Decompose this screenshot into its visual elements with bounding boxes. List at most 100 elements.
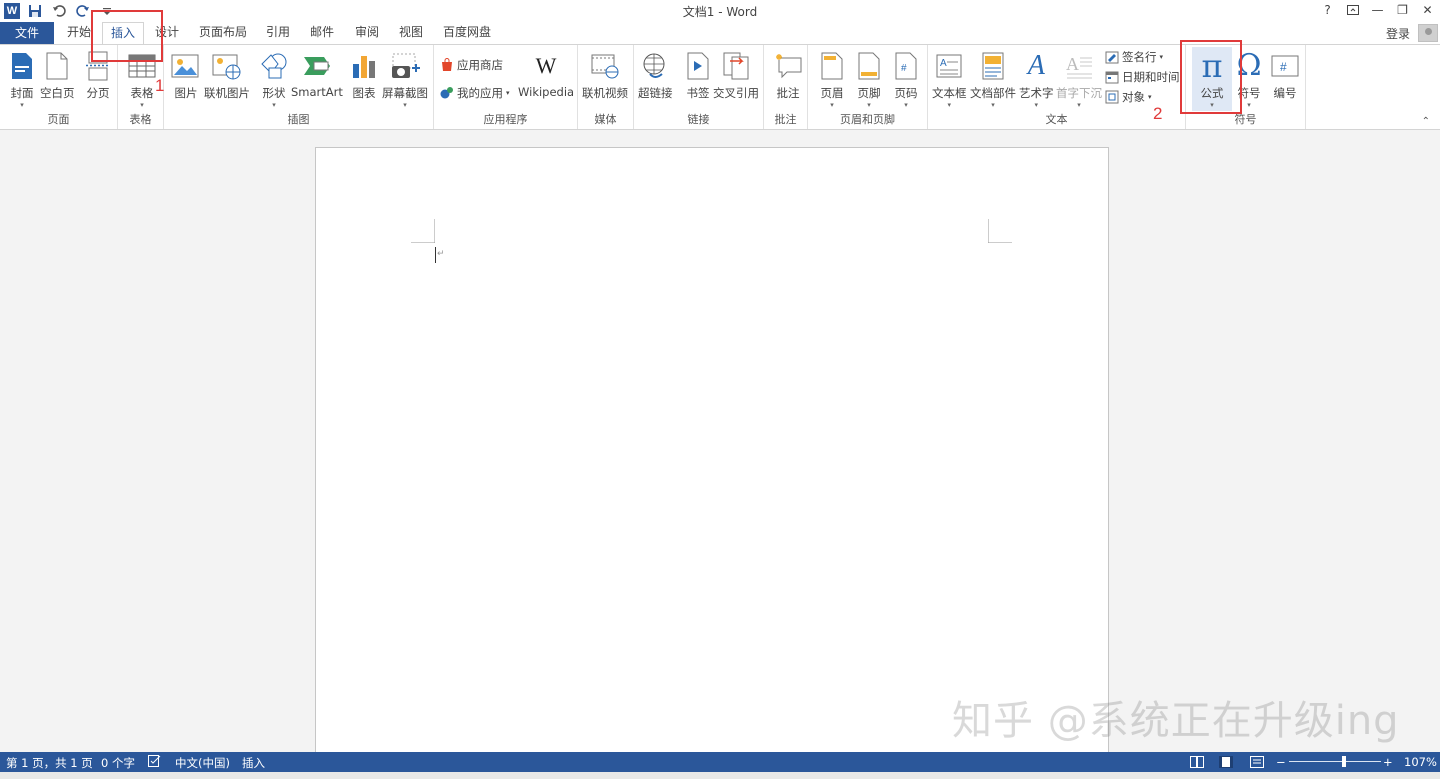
online-picture-label: 联机图片: [204, 86, 250, 100]
datetime-button[interactable]: 日期和时间: [1105, 69, 1180, 85]
tab-mailings[interactable]: 邮件: [302, 22, 342, 44]
step-1-label: 1: [155, 76, 165, 95]
smartart-icon: [301, 49, 333, 83]
signature-line-button[interactable]: 签名行 ▾: [1105, 49, 1163, 65]
cross-reference-button[interactable]: 交叉引用: [713, 49, 759, 101]
group-label: 应用程序: [483, 113, 528, 126]
smartart-label: SmartArt: [291, 85, 343, 99]
tab-layout[interactable]: 页面布局: [194, 22, 252, 44]
store-button[interactable]: 应用商店: [440, 57, 503, 73]
ribbon-display-icon[interactable]: [1340, 0, 1365, 20]
proofing-icon[interactable]: [148, 755, 162, 770]
hyperlink-button[interactable]: 超链接: [638, 49, 673, 101]
footer-button[interactable]: 页脚 ▾: [853, 49, 885, 109]
store-label: 应用商店: [457, 58, 503, 72]
tab-baidu-netdisk[interactable]: 百度网盘: [436, 22, 498, 44]
chevron-down-icon: ▾: [1148, 93, 1152, 101]
insert-mode-status[interactable]: 插入: [242, 755, 265, 771]
textbox-button[interactable]: A 文本框 ▾: [932, 49, 967, 109]
window-title: 文档1 - Word: [682, 5, 758, 19]
sign-in-link[interactable]: 登录: [1386, 25, 1410, 42]
close-button[interactable]: ✕: [1415, 0, 1440, 20]
wordart-icon: A: [1027, 50, 1045, 81]
avatar[interactable]: [1418, 24, 1438, 42]
online-picture-button[interactable]: 联机图片: [204, 49, 250, 101]
page-number-button[interactable]: # 页码 ▾: [890, 49, 922, 109]
chevron-down-icon: ▾: [272, 101, 276, 109]
crop-mark-top-left: [411, 219, 435, 243]
online-video-label: 联机视频: [582, 86, 628, 100]
drop-cap-button[interactable]: A 首字下沉 ▾: [1056, 49, 1102, 109]
quick-parts-button[interactable]: 文档部件 ▾: [970, 49, 1016, 109]
chevron-down-icon: ▾: [1034, 101, 1038, 109]
maximize-button[interactable]: ❐: [1390, 0, 1415, 20]
tab-review[interactable]: 审阅: [347, 22, 387, 44]
chevron-down-icon: ▾: [947, 101, 951, 109]
tab-view[interactable]: 视图: [391, 22, 431, 44]
word-count-status[interactable]: 0 个字: [101, 755, 135, 771]
wordart-button[interactable]: A 艺术字 ▾: [1019, 49, 1054, 109]
header-icon: [816, 49, 848, 83]
my-apps-label: 我的应用: [457, 86, 503, 100]
tab-file[interactable]: 文件: [0, 22, 54, 44]
online-video-button[interactable]: 联机视频: [582, 49, 628, 101]
group-label: 页面: [47, 113, 70, 126]
footer-icon: [853, 49, 885, 83]
paragraph-mark: ↵: [437, 249, 445, 259]
object-label: 对象: [1122, 90, 1145, 104]
screenshot-button[interactable]: 屏幕截图 ▾: [382, 49, 428, 109]
numbering-button[interactable]: # 编号: [1269, 49, 1301, 101]
comment-button[interactable]: 批注: [772, 49, 804, 101]
wikipedia-button[interactable]: W Wikipedia: [518, 49, 574, 99]
picture-button[interactable]: 图片: [170, 49, 202, 101]
wikipedia-icon: W: [535, 53, 557, 78]
smartart-button[interactable]: SmartArt: [291, 49, 343, 99]
collapse-ribbon-button[interactable]: ⌃: [1422, 116, 1430, 127]
header-label: 页眉: [820, 86, 844, 100]
print-layout-icon[interactable]: [1219, 756, 1233, 768]
cover-button[interactable]: 封面 ▾: [6, 49, 38, 109]
my-apps-button[interactable]: 我的应用 ▾: [440, 85, 510, 101]
page-number-icon: #: [890, 49, 922, 83]
watermark: 知乎 @系统正在升级ing: [952, 698, 1400, 744]
cover-label: 封面: [10, 86, 34, 100]
screenshot-icon: [389, 49, 421, 83]
hyperlink-label: 超链接: [638, 86, 673, 100]
page-count-status[interactable]: 第 1 页，共 1 页: [6, 755, 93, 771]
tab-references[interactable]: 引用: [258, 22, 298, 44]
help-button[interactable]: ?: [1315, 0, 1340, 20]
cross-reference-label: 交叉引用: [713, 86, 759, 100]
object-button[interactable]: 对象 ▾: [1105, 89, 1152, 105]
group-links: 超链接 书签 交叉引用 链接: [634, 45, 764, 129]
group-media: 联机视频 媒体: [578, 45, 634, 129]
minimize-button[interactable]: —: [1365, 0, 1390, 20]
zoom-slider-track[interactable]: [1289, 761, 1381, 762]
chart-button[interactable]: 图表: [348, 49, 380, 101]
blank-page-button[interactable]: 空白页: [40, 49, 75, 101]
page-break-label: 分页: [86, 86, 110, 100]
zoom-level[interactable]: 107%: [1404, 755, 1437, 769]
group-apps: 应用商店 我的应用 ▾ W Wikipedia 应用程序: [434, 45, 578, 129]
zoom-slider-thumb[interactable]: [1342, 756, 1347, 767]
group-label: 页眉和页脚: [840, 113, 895, 126]
numbering-label: 编号: [1273, 86, 1297, 100]
highlight-equation-button: [1180, 40, 1242, 114]
quick-parts-icon: [977, 49, 1009, 83]
page-number-label: 页码: [894, 86, 918, 100]
title-bar: W 文档1 - Word ? — ❐ ✕: [0, 0, 1440, 22]
document-page[interactable]: ↵: [315, 147, 1109, 767]
step-2-label: 2: [1153, 104, 1163, 123]
document-area[interactable]: ↵: [0, 131, 1440, 767]
web-layout-icon[interactable]: [1250, 756, 1264, 768]
read-mode-icon[interactable]: [1190, 756, 1204, 768]
language-status[interactable]: 中文(中国): [175, 755, 230, 771]
group-illustrations: 图片 联机图片 形状 ▾ SmartArt 图表 屏幕截图 ▾ 插图: [164, 45, 434, 129]
shapes-button[interactable]: 形状 ▾: [258, 49, 290, 109]
header-button[interactable]: 页眉 ▾: [816, 49, 848, 109]
group-label: 插图: [287, 113, 310, 126]
group-label: 文本: [1045, 113, 1068, 126]
zoom-in-button[interactable]: +: [1383, 755, 1393, 769]
chevron-down-icon: ▾: [1247, 101, 1251, 109]
zoom-out-button[interactable]: −: [1276, 755, 1286, 769]
bookmark-button[interactable]: 书签: [682, 49, 714, 101]
